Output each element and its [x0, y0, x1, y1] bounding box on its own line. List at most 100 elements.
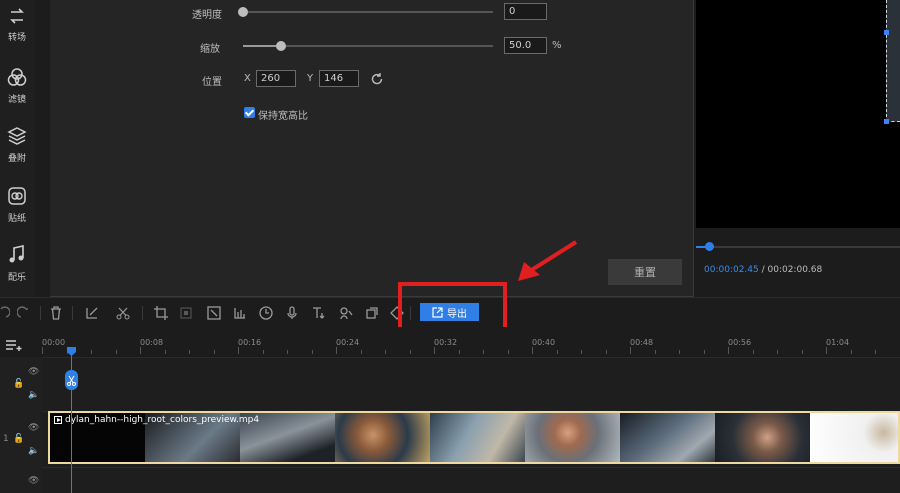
- opacity-slider[interactable]: [238, 7, 493, 17]
- ruler-tick: [532, 347, 533, 354]
- playback-progress[interactable]: [696, 242, 900, 251]
- scale-slider-knob[interactable]: [275, 41, 286, 51]
- sidebar-item-transition[interactable]: 转场: [0, 6, 34, 43]
- sidebar-item-sticker[interactable]: 贴纸: [0, 185, 34, 224]
- scale-unit: %: [552, 40, 562, 51]
- effects-icon[interactable]: [206, 305, 222, 321]
- cut-icon[interactable]: [115, 305, 131, 321]
- ruler-tick: [140, 347, 141, 354]
- scale-label: 缩放: [200, 44, 220, 55]
- position-x-field[interactable]: 260: [256, 70, 296, 87]
- clip-thumbnail: [525, 413, 620, 462]
- ruler-tick: [189, 350, 190, 354]
- duration-icon[interactable]: [258, 305, 274, 321]
- sticker-icon: [8, 187, 26, 205]
- sidebar-item-overlay[interactable]: 叠附: [0, 125, 34, 164]
- microphone-icon[interactable]: [284, 305, 300, 321]
- ruler-tick: [42, 347, 43, 354]
- ruler-tick-label: 00:24: [336, 338, 360, 347]
- ruler-tick-label: 00:56: [728, 338, 752, 347]
- sidebar-item-music[interactable]: 配乐: [0, 244, 34, 283]
- ruler-tick: [336, 347, 337, 354]
- opacity-slider-knob[interactable]: [238, 7, 248, 17]
- ruler-tick: [752, 350, 754, 354]
- ruler-tick: [434, 347, 435, 354]
- freeze-frame-icon[interactable]: [364, 305, 380, 321]
- reset-position-icon[interactable]: [369, 71, 385, 87]
- reset-button[interactable]: 重置: [608, 259, 682, 285]
- resize-handle[interactable]: [884, 30, 889, 35]
- playhead-line[interactable]: [71, 347, 72, 493]
- ruler-tick: [91, 350, 92, 354]
- sidebar-item-label: 配乐: [7, 273, 26, 283]
- ruler-tick-label: 00:32: [434, 338, 458, 347]
- audio-levels-icon[interactable]: [232, 305, 248, 321]
- ruler-tick: [679, 350, 680, 354]
- overlay-track[interactable]: [42, 357, 900, 411]
- ruler-tick: [483, 350, 484, 354]
- scale-slider[interactable]: [243, 41, 493, 51]
- ruler-tick: [311, 350, 313, 354]
- clip-thumbnail: [715, 413, 810, 462]
- video-preview[interactable]: [696, 0, 900, 228]
- ruler-tick: [360, 350, 362, 354]
- video-clip-icon: [54, 416, 62, 424]
- clip-name: dylan_hahn--high_root_colors_preview.mp4: [65, 415, 260, 425]
- track-number: 1: [3, 434, 9, 444]
- ruler-tick: [556, 350, 558, 354]
- resize-handle[interactable]: [884, 119, 889, 124]
- ruler-tick: [654, 350, 656, 354]
- sidebar-item-filter[interactable]: 滤镜: [0, 66, 34, 105]
- opacity-value-field[interactable]: 0: [504, 3, 547, 20]
- delete-icon[interactable]: [48, 305, 64, 321]
- total-time: 00:02:00.68: [767, 265, 823, 275]
- ruler-tick-label: 00:08: [140, 338, 164, 347]
- playback-bar: 00:00:02.45 / 00:02:00.68: [696, 228, 900, 297]
- ruler-tick: [850, 350, 852, 354]
- eye-icon[interactable]: 👁: [28, 423, 39, 433]
- ruler-tick: [409, 350, 411, 354]
- ruler-tick: [115, 350, 117, 354]
- preview-selection-frame[interactable]: [886, 0, 900, 122]
- lock-icon[interactable]: 🔓: [13, 379, 24, 389]
- keep-ratio-checkbox[interactable]: [244, 107, 255, 118]
- undo-icon[interactable]: [0, 305, 10, 321]
- eye-icon[interactable]: 👁: [28, 367, 39, 377]
- current-time: 00:00:02.45: [704, 265, 759, 275]
- scale-value-field[interactable]: 50.0: [504, 37, 547, 54]
- properties-panel: 透明度 0 缩放 50.0 % 位置 X 260 Y 146 保持宽高比 重置: [50, 0, 694, 297]
- crop-icon[interactable]: [153, 305, 169, 321]
- annotation-arrow: [518, 240, 578, 281]
- text-to-speech-icon[interactable]: [311, 305, 327, 321]
- position-y-label: Y: [307, 73, 314, 84]
- sidebar-item-label: 转场: [7, 33, 26, 43]
- volume-icon[interactable]: 🔈: [28, 390, 39, 400]
- ruler-tick: [605, 350, 607, 354]
- position-y-field[interactable]: 146: [319, 70, 359, 87]
- voice-changer-icon[interactable]: [338, 305, 354, 321]
- opacity-label: 透明度: [192, 10, 222, 21]
- overlay-icon: [7, 127, 27, 145]
- sidebar-item-label: 滤镜: [7, 95, 26, 105]
- eye-icon[interactable]: 👁: [28, 476, 39, 486]
- split-marker[interactable]: [65, 370, 78, 390]
- playback-progress-knob[interactable]: [705, 242, 715, 251]
- position-x-label: X: [244, 73, 251, 84]
- lock-icon[interactable]: 🔓: [13, 434, 24, 444]
- audio-track[interactable]: [42, 467, 900, 493]
- audio-track-header: 👁: [0, 467, 42, 493]
- ruler-tick: [581, 350, 582, 354]
- redo-icon[interactable]: [17, 305, 33, 321]
- ruler-tick-label: 00:48: [630, 338, 654, 347]
- mosaic-icon[interactable]: [178, 305, 194, 321]
- ruler-tick: [164, 350, 166, 354]
- ruler-tick-label: 00:40: [532, 338, 556, 347]
- add-track-icon[interactable]: [6, 339, 22, 351]
- clip-thumbnail: [620, 413, 715, 462]
- volume-icon[interactable]: 🔈: [28, 446, 39, 456]
- timeline-ruler[interactable]: 00:00 00:08 00:16 00:24 00:32 00:40 00:48 00:56…: [42, 327, 900, 357]
- edit-icon[interactable]: [84, 305, 100, 321]
- ruler-tick: [385, 350, 386, 354]
- video-clip[interactable]: dylan_hahn--high_root_colors_preview.mp4: [48, 411, 900, 464]
- ruler-tick: [801, 350, 803, 354]
